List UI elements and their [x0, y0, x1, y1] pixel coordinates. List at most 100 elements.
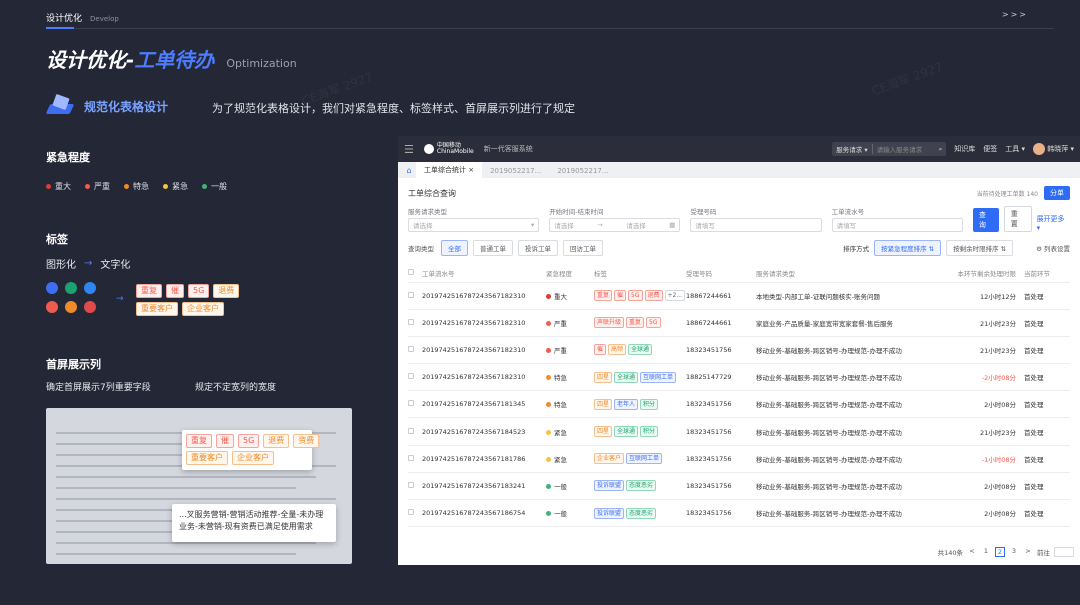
title-en: Optimization [226, 57, 297, 70]
query-chip[interactable]: 全部 [441, 240, 468, 256]
current-step: 首处理 [1024, 336, 1070, 365]
row-checkbox[interactable] [408, 400, 414, 407]
remaining-time: 2小时08分 [924, 390, 1024, 419]
table-row[interactable]: 201974251678724356​7181345 特急 四星 老年人 积分 18323… [408, 390, 1070, 419]
order-id[interactable]: 201974251678724356​7181786 [422, 445, 546, 473]
urgency-cell: 紧急 [546, 445, 594, 473]
search-input[interactable]: 请输入服务请求 [877, 144, 935, 154]
filter-type-select[interactable]: 请选择 ▾ [408, 218, 540, 232]
search-icon[interactable]: ⌕ [939, 145, 943, 154]
tab-label: 工单综合统计 [424, 166, 466, 174]
header-sub: Develop [90, 15, 119, 23]
date-range-picker[interactable]: 请选择 → 请选择 ▦ [549, 218, 681, 232]
tags-cell: 投诉联盟 态度恶劣 [594, 499, 686, 528]
top-bar: ☰ 中国移动 ChinaMobile 新一代客服系统 服务请求 ▾ 请输入服务请求 ⌕… [398, 136, 1080, 162]
tag: 5G [188, 284, 210, 298]
checkbox[interactable] [408, 268, 414, 275]
page-button[interactable]: 2 [995, 547, 1005, 557]
row-tag: 催 [614, 290, 627, 302]
order-id[interactable]: 201974251678724356​7182310 [422, 309, 546, 337]
row-checkbox[interactable] [408, 345, 414, 352]
table-row[interactable]: 201974251678724356​7186754 一般 投诉联盟 态度恶劣 1832… [408, 499, 1070, 528]
table-icon [45, 93, 76, 118]
home-icon[interactable]: ⌂ [402, 162, 416, 178]
search-type-select[interactable]: 服务请求 ▾ [836, 144, 873, 154]
remaining-time: -2小时08分 [924, 363, 1024, 392]
query-chip[interactable]: 回访工单 [563, 240, 603, 256]
order-id[interactable]: 201974251678724356​7181345 [422, 390, 546, 419]
user-menu[interactable]: 韩晓萍 ▾ [1033, 143, 1074, 155]
tags-cell: 催高频 全球通 [594, 336, 686, 365]
tab-stats[interactable]: 工单综合统计 × [416, 162, 483, 178]
order-id[interactable]: 201974251678724356​7182310 [422, 282, 546, 310]
phone-input[interactable]: 请填写 [690, 218, 822, 232]
goto-input[interactable] [1054, 547, 1074, 557]
row-checkbox[interactable] [408, 454, 414, 461]
row-tag: 5G [646, 317, 661, 329]
sort-time-button[interactable]: 按剩余时限排序 ⇅ [946, 240, 1014, 256]
expand-more-link[interactable]: 展开更多 ▾ [1037, 214, 1070, 232]
column-header: 受理号码 [686, 264, 756, 283]
sort-urgency-button[interactable]: 按紧急程度排序 ⇅ [874, 240, 942, 256]
row-checkbox[interactable] [408, 291, 414, 298]
table-row[interactable]: 201974251678724356​7182310 严重 声联升级 重复 5G 1886… [408, 309, 1070, 337]
urgency-label: 一般 [211, 182, 227, 191]
header-checkbox[interactable] [408, 264, 422, 283]
table-row[interactable]: 201974251678724356​7184523 紧急 四星 全球通 积分 18323… [408, 417, 1070, 446]
row-checkbox[interactable] [408, 318, 414, 325]
query-chip[interactable]: 投诉工单 [518, 240, 558, 256]
row-checkbox[interactable] [408, 481, 414, 488]
order-id[interactable]: 201974251678724356​7186754 [422, 499, 546, 528]
row-tag: 投诉联盟 [594, 480, 625, 492]
reset-button[interactable]: 重置 [1003, 206, 1032, 232]
row-checkbox-cell [408, 282, 422, 310]
tab-order-2[interactable]: 201905221​7... [549, 164, 616, 178]
table-row[interactable]: 201974251678724356​7182310 严重催高频 全球通 183234… [408, 336, 1070, 365]
page-button[interactable]: 3 [1009, 547, 1019, 557]
order-id[interactable]: 201974251678724356​7182310 [422, 363, 546, 392]
assign-button[interactable]: 分单 [1044, 186, 1070, 200]
china-mobile-logo-icon [423, 144, 434, 154]
table-row[interactable]: 201974251678724356​7181786 紧急 企业客户 互联网工单 183… [408, 445, 1070, 473]
tags-cell: 四星 老年人 积分 [594, 390, 686, 419]
tags-cell: 声联升级 重复 5G [594, 309, 686, 337]
table-row[interactable]: 201974251678724356​7182310 重大 重复催 5G 退费 +2...… [408, 282, 1070, 310]
thumb-line [56, 553, 296, 555]
serial-input[interactable]: 请填写 [831, 218, 963, 232]
nav-knowledge[interactable]: 知识库 [954, 144, 975, 154]
request-type: 家庭业务-产品质量-家庭宽带宽家套餐-售后服务 [756, 309, 924, 337]
urgency-label: 紧急 [554, 428, 567, 437]
order-id[interactable]: 201974251678724356​7183241 [422, 472, 546, 501]
nav-notes[interactable]: 便签 [983, 144, 997, 154]
row-checkbox[interactable] [408, 509, 414, 516]
row-checkbox-cell [408, 336, 422, 365]
query-chip[interactable]: 普通工单 [473, 240, 513, 256]
tag: 重复 [136, 284, 162, 298]
global-search[interactable]: 服务请求 ▾ 请输入服务请求 ⌕ [832, 142, 947, 156]
next-arrows[interactable]: >>> [1002, 10, 1028, 19]
row-checkbox[interactable] [408, 373, 414, 380]
request-type: 移动业务-基础服务-跨区销号-办理规范-办理不成功 [756, 417, 924, 446]
thumb-line [56, 476, 316, 478]
query-button[interactable]: 查询 [972, 208, 999, 232]
urgency-item: 严重 [85, 181, 110, 192]
table-row[interactable]: 201974251678724356​7182310 特急 四星 全球通 互联网工单 18… [408, 363, 1070, 392]
tag-list: 声联升级 重复 5G [594, 317, 686, 329]
next-page-button[interactable]: > [1023, 547, 1033, 557]
row-checkbox[interactable] [408, 427, 414, 434]
urgency-dot [546, 347, 551, 353]
row-tag: 老年人 [614, 398, 639, 410]
table-row[interactable]: 201974251678724356​7183241 一般 投诉联盟 态度恶劣 1832… [408, 472, 1070, 501]
tag: 资费 [293, 434, 320, 448]
list-settings[interactable]: ⚙ 列表设置 [1036, 243, 1070, 253]
urgency-cell: 特急 [546, 390, 594, 419]
order-id[interactable]: 201974251678724356​7182310 [422, 336, 546, 365]
row-tag: +2... [664, 290, 686, 302]
page-button[interactable]: 1 [981, 547, 991, 557]
prev-page-button[interactable]: < [967, 547, 977, 557]
menu-icon[interactable]: ☰ [404, 143, 414, 156]
tab-order-1[interactable]: 201905221​7... [482, 164, 549, 178]
nav-tools[interactable]: 工具 ▾ [1005, 144, 1025, 154]
order-id[interactable]: 201974251678724356​7184523 [422, 417, 546, 446]
tags-to: 文字化 [100, 260, 131, 271]
